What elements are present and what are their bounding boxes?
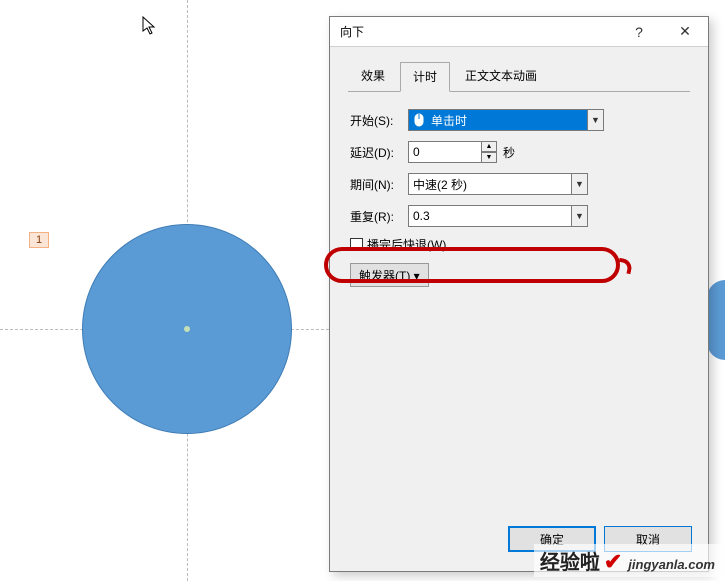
watermark: 经验啦 ✔ jingyanla.com (534, 544, 721, 577)
start-combo[interactable]: 单击时 (408, 109, 588, 131)
duration-label: 期间(N): (350, 176, 408, 193)
duration-value: 中速(2 秒) (409, 176, 571, 193)
watermark-site: jingyanla.com (628, 557, 715, 572)
dialog-body: 效果 计时 正文文本动画 开始(S): 单击时 ▼ 延迟(D): ▲ (330, 47, 708, 519)
start-value: 单击时 (429, 112, 587, 129)
tab-effect[interactable]: 效果 (348, 61, 398, 91)
rewind-label[interactable]: 播完后快退(W) (367, 236, 446, 253)
start-label: 开始(S): (350, 112, 408, 129)
cursor-icon (142, 16, 158, 39)
spin-down-icon[interactable]: ▼ (481, 152, 497, 163)
shape-center-dot (184, 326, 190, 332)
spin-up-icon[interactable]: ▲ (481, 141, 497, 152)
animation-timing-dialog: 向下 ? ✕ 效果 计时 正文文本动画 开始(S): 单击时 ▼ 延迟(D): (329, 16, 709, 572)
duration-combo[interactable]: 中速(2 秒) (408, 173, 572, 195)
help-button[interactable]: ? (616, 17, 662, 47)
dialog-titlebar[interactable]: 向下 ? ✕ (330, 17, 708, 47)
dialog-title: 向下 (340, 23, 616, 40)
tab-strip: 效果 计时 正文文本动画 (348, 61, 690, 92)
timing-form: 开始(S): 单击时 ▼ 延迟(D): ▲ ▼ 秒 期间 (348, 92, 690, 301)
animation-sequence-badge[interactable]: 1 (29, 232, 49, 248)
tab-timing[interactable]: 计时 (400, 62, 450, 92)
tab-text-animation[interactable]: 正文文本动画 (452, 61, 550, 91)
trigger-button[interactable]: 触发器(T) ▾ (350, 263, 429, 287)
duration-combo-dropdown[interactable]: ▼ (572, 173, 588, 195)
mouse-icon (409, 113, 429, 127)
rewind-checkbox[interactable] (350, 238, 363, 251)
delay-input[interactable] (408, 141, 482, 163)
delay-unit: 秒 (503, 144, 515, 161)
repeat-combo[interactable]: 0.3 (408, 205, 572, 227)
offscreen-shape (707, 280, 725, 360)
close-button[interactable]: ✕ (662, 17, 708, 47)
delay-spinner[interactable]: ▲ ▼ (481, 141, 497, 163)
check-icon: ✔ (604, 549, 622, 575)
delay-label: 延迟(D): (350, 144, 408, 161)
watermark-brand: 经验啦 (540, 546, 600, 575)
trigger-label: 触发器(T) ▾ (359, 267, 420, 284)
repeat-label: 重复(R): (350, 208, 408, 225)
start-combo-dropdown[interactable]: ▼ (588, 109, 604, 131)
repeat-combo-dropdown[interactable]: ▼ (572, 205, 588, 227)
repeat-value: 0.3 (409, 209, 571, 223)
